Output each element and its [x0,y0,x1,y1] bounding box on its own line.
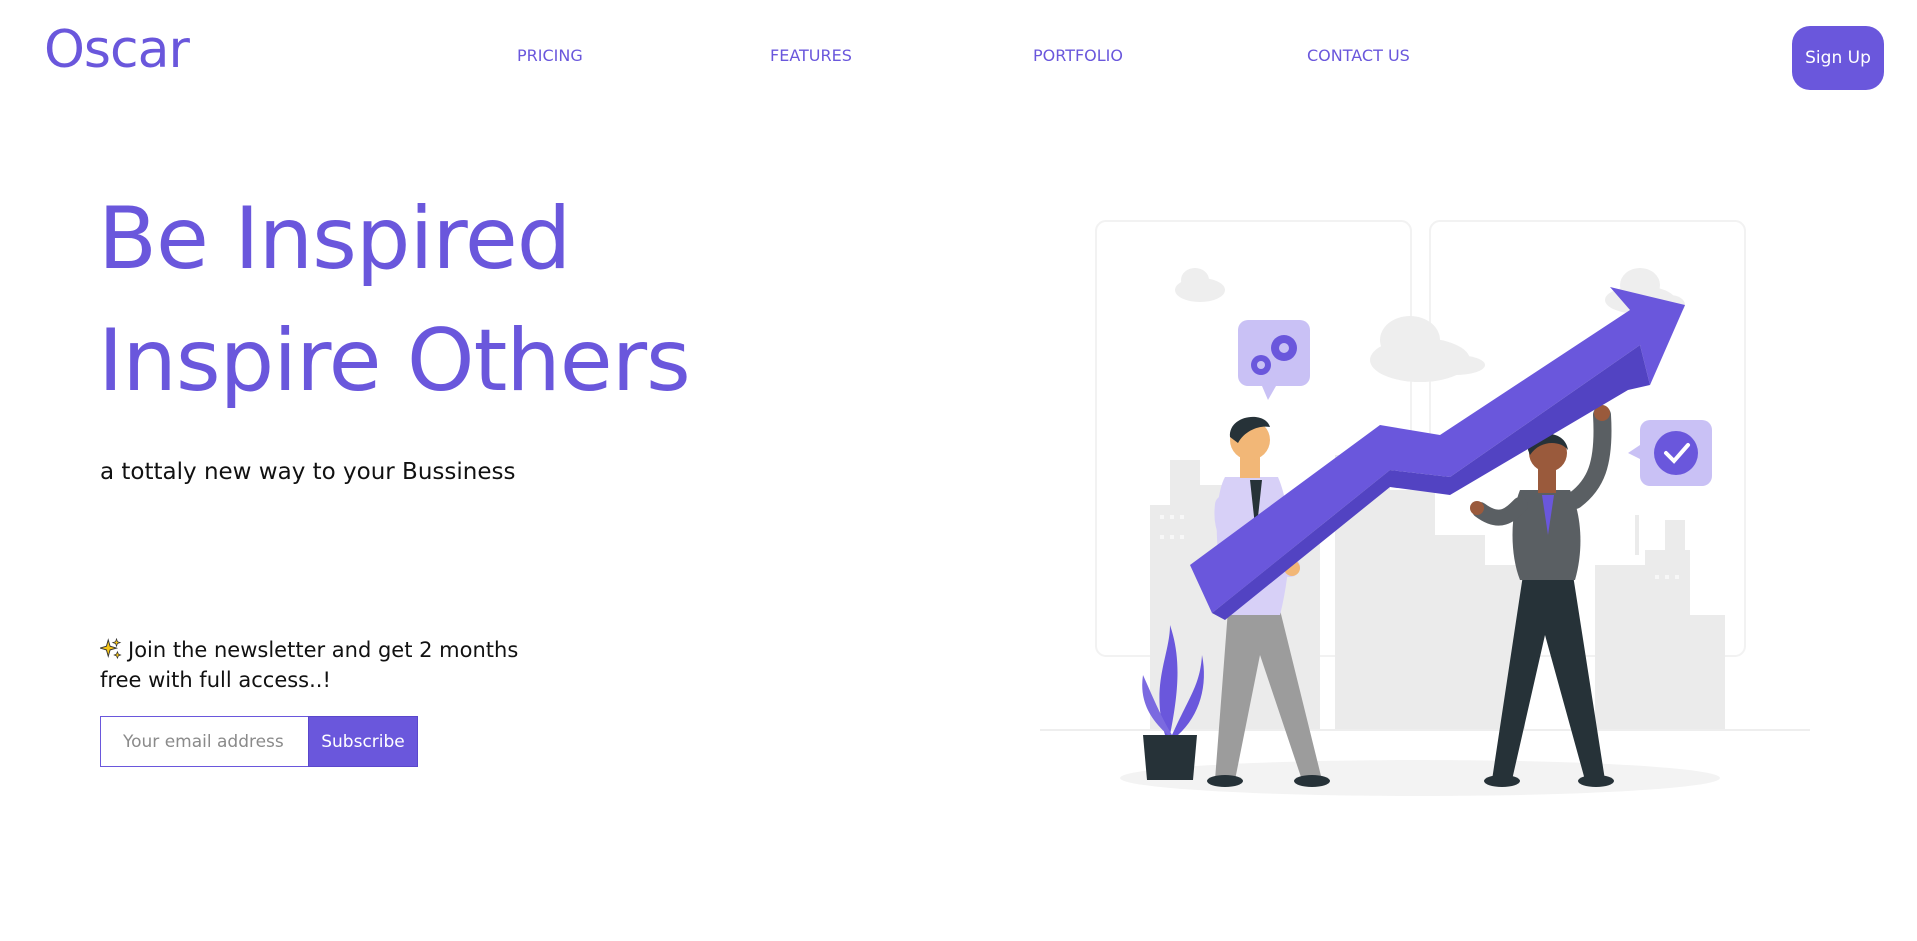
email-input[interactable] [100,716,308,767]
growth-illustration [1040,220,1810,796]
subscribe-button[interactable]: Subscribe [308,716,418,767]
hero-title-line1: Be Inspired [98,189,571,289]
nav-link-pricing[interactable]: PRICING [517,46,583,65]
nav-link-features[interactable]: FEATURES [770,46,852,65]
nav-link-contact[interactable]: CONTACT US [1307,46,1410,65]
sparkle-icon [100,638,122,660]
nav-link-portfolio[interactable]: PORTFOLIO [1033,46,1123,65]
newsletter-label: Join the newsletter and get 2 months fre… [100,638,519,692]
checkmark-icon [1628,420,1712,486]
gears-icon [1238,320,1310,400]
newsletter-form: Subscribe [100,716,418,767]
newsletter-text: Join the newsletter and get 2 months fre… [100,635,540,695]
brand-logo[interactable]: Oscar [44,20,190,80]
navbar: Oscar PRICING FEATURES PORTFOLIO CONTACT… [0,0,1917,110]
signup-button[interactable]: Sign Up [1792,26,1884,90]
hero-title-line2: Inspire Others [98,311,691,411]
hero-subtitle: a tottaly new way to your Bussiness [100,459,516,485]
